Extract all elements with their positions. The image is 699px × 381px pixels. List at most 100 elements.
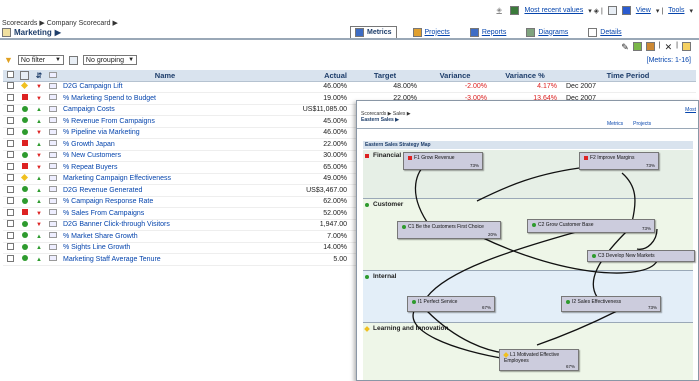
metric-name[interactable]: Marketing Campaign Effectiveness — [60, 173, 270, 185]
row-select-cell[interactable] — [3, 196, 17, 208]
row-detail-cell[interactable] — [46, 92, 60, 105]
detail-icon[interactable] — [49, 105, 57, 112]
tab-reports[interactable]: Reports — [466, 26, 511, 38]
tab-metrics[interactable]: Metrics — [350, 26, 397, 38]
metric-name[interactable]: % Repeat Buyers — [60, 161, 270, 174]
row-detail-cell[interactable] — [46, 207, 60, 220]
grouping-select[interactable]: No grouping ▼ — [82, 55, 138, 65]
row-select-cell[interactable] — [3, 230, 17, 243]
detail-icon[interactable] — [49, 220, 57, 227]
metric-name[interactable]: % New Customers — [60, 150, 270, 162]
row-detail-cell[interactable] — [46, 115, 60, 128]
node-i1[interactable]: I1 Perfect Service 67% — [407, 296, 495, 312]
row-detail-cell[interactable] — [46, 161, 60, 174]
row-select-cell[interactable] — [3, 104, 17, 116]
metric-name[interactable]: % Revenue From Campaigns — [60, 115, 270, 128]
detail-icon[interactable] — [49, 128, 57, 135]
detail-icon[interactable] — [49, 174, 57, 181]
row-checkbox[interactable] — [6, 185, 14, 193]
node-f1[interactable]: F1 Grow Revenue 73% — [403, 152, 483, 170]
overlay-recent-link[interactable]: Most — [685, 107, 696, 113]
node-c2[interactable]: C2 Grow Customer Base 73% — [527, 219, 655, 233]
row-detail-cell[interactable] — [46, 127, 60, 139]
row-select-cell[interactable] — [3, 173, 17, 185]
row-select-cell[interactable] — [3, 219, 17, 231]
metric-name[interactable]: % Sights Line Growth — [60, 242, 270, 254]
row-detail-cell[interactable] — [46, 150, 60, 162]
print-icon[interactable] — [607, 6, 617, 15]
row-detail-cell[interactable] — [46, 253, 60, 266]
add-group-icon[interactable] — [645, 42, 655, 51]
row-detail-cell[interactable] — [46, 230, 60, 243]
row-checkbox[interactable] — [6, 93, 14, 101]
node-l1[interactable]: L1 Motivated Effective Employees 67% — [499, 349, 579, 371]
row-select-cell[interactable] — [3, 253, 17, 266]
detail-icon[interactable] — [49, 82, 57, 89]
detail-icon[interactable] — [49, 197, 57, 204]
row-detail-cell[interactable] — [46, 138, 60, 151]
row-select-cell[interactable] — [3, 242, 17, 254]
breadcrumb-scorecards[interactable]: Scorecards — [2, 20, 37, 27]
calendar-icon[interactable] — [510, 6, 520, 15]
row-checkbox[interactable] — [6, 105, 14, 113]
detail-icon[interactable] — [49, 163, 57, 170]
delete-icon[interactable]: ✕ — [665, 42, 673, 53]
period-nav-icon[interactable]: ▾ ◈ | — [588, 7, 603, 15]
row-select-cell[interactable] — [3, 115, 17, 128]
row-select-cell[interactable] — [3, 138, 17, 151]
row-select-cell[interactable] — [3, 207, 17, 220]
row-detail-cell[interactable] — [46, 219, 60, 231]
row-checkbox[interactable] — [6, 162, 14, 170]
detail-icon[interactable] — [49, 140, 57, 147]
metric-name[interactable]: % Pipeline via Marketing — [60, 127, 270, 139]
edit-icon[interactable]: ✎ — [621, 42, 629, 53]
row-checkbox[interactable] — [6, 243, 14, 251]
tab-details[interactable]: Details — [584, 26, 625, 38]
detail-icon[interactable] — [49, 94, 57, 101]
detail-icon[interactable] — [49, 186, 57, 193]
metric-name[interactable]: % Marketing Spend to Budget — [60, 92, 270, 105]
row-checkbox[interactable] — [6, 197, 14, 205]
detail-icon[interactable] — [49, 232, 57, 239]
row-checkbox[interactable] — [6, 128, 14, 136]
row-detail-cell[interactable] — [46, 242, 60, 254]
filter-select[interactable]: No filter ▼ — [17, 55, 64, 65]
metric-name[interactable]: % Market Share Growth — [60, 230, 270, 243]
row-select-cell[interactable] — [3, 81, 17, 93]
row-select-cell[interactable] — [3, 150, 17, 162]
row-checkbox[interactable] — [6, 254, 14, 262]
metric-name[interactable]: Campaign Costs — [60, 104, 270, 116]
metric-name[interactable]: D2G Campaign Lift — [60, 81, 270, 93]
metric-name[interactable]: D2G Revenue Generated — [60, 184, 270, 197]
col-target[interactable]: Target — [350, 70, 420, 82]
breadcrumb-company[interactable]: Company Scorecard — [47, 20, 111, 27]
row-checkbox[interactable] — [6, 220, 14, 228]
tab-projects[interactable]: Projects — [409, 26, 454, 38]
overlay-tab-metrics[interactable]: Metrics — [607, 121, 623, 127]
select-all-checkbox[interactable] — [6, 70, 14, 78]
row-detail-cell[interactable] — [46, 184, 60, 197]
row-checkbox[interactable] — [6, 116, 14, 124]
tools-menu[interactable]: Tools — [668, 7, 684, 14]
metric-name[interactable]: D2G Banner Click-through Visitors — [60, 219, 270, 231]
title-arrow-icon[interactable]: ▶ — [55, 28, 61, 37]
row-select-cell[interactable] — [3, 184, 17, 197]
col-name[interactable]: Name — [60, 70, 270, 82]
overlay-tab-projects[interactable]: Projects — [633, 121, 651, 127]
col-variance[interactable]: Variance — [420, 70, 490, 82]
row-checkbox[interactable] — [6, 82, 14, 90]
recent-values-link[interactable]: Most recent values — [524, 7, 583, 14]
detail-icon[interactable] — [49, 243, 57, 250]
refresh-icon[interactable]: ◈ — [496, 6, 505, 15]
detail-icon[interactable] — [49, 151, 57, 158]
row-select-cell[interactable] — [3, 127, 17, 139]
tab-diagrams[interactable]: Diagrams — [522, 26, 572, 38]
metric-name[interactable]: % Campaign Response Rate — [60, 196, 270, 208]
col-time-period[interactable]: Time Period — [560, 70, 696, 82]
row-checkbox[interactable] — [6, 139, 14, 147]
add-metric-icon[interactable] — [632, 42, 642, 51]
select-all-header[interactable] — [3, 70, 17, 82]
view-menu[interactable]: View — [636, 7, 651, 14]
row-select-cell[interactable] — [3, 161, 17, 174]
row-detail-cell[interactable] — [46, 104, 60, 116]
